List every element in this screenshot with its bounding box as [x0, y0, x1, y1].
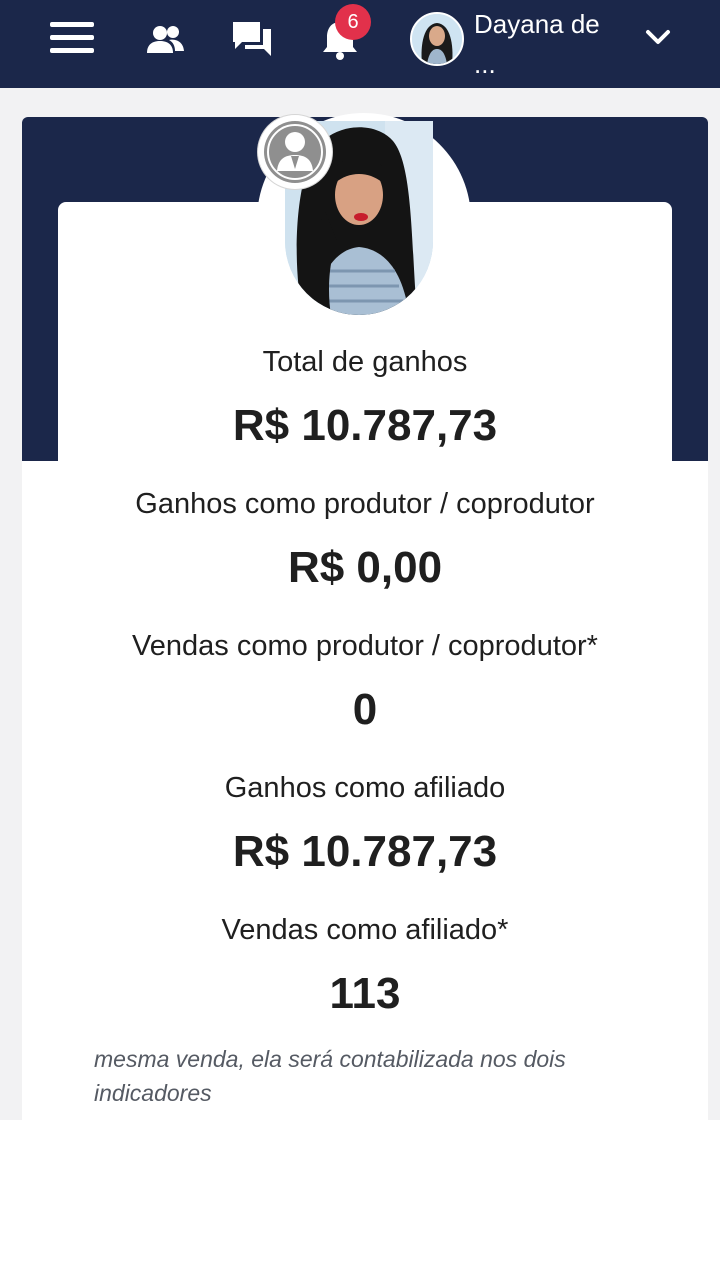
total-earnings-label: Total de ganhos [262, 346, 468, 378]
producer-sales-value: 0 [352, 685, 378, 734]
producer-earnings-value: R$ 0,00 [287, 543, 443, 592]
affiliate-sales-label: Vendas como afiliado* [221, 914, 509, 946]
chevron-down-icon[interactable] [645, 26, 671, 48]
affiliate-earnings-value: R$ 10.787,73 [232, 827, 498, 876]
user-role-badge [258, 115, 332, 189]
chat-icon[interactable] [232, 20, 272, 58]
user-role-icon [264, 121, 326, 183]
hamburger-menu-icon[interactable] [50, 22, 94, 54]
user-name[interactable]: Dayana de ... [474, 4, 624, 84]
top-navigation-bar: 6 Dayana de ... [0, 0, 720, 88]
affiliate-earnings-label: Ganhos como afiliado [224, 772, 506, 804]
sales-footnote: mesma venda, ela será contabilizada nos … [94, 1046, 566, 1106]
producer-sales-label: Vendas como produtor / coprodutor* [132, 630, 598, 662]
notification-badge[interactable]: 6 [335, 4, 371, 40]
users-icon[interactable] [145, 24, 185, 54]
total-earnings-value: R$ 10.787,73 [232, 401, 498, 450]
user-avatar[interactable] [410, 12, 464, 66]
affiliate-sales-value: 113 [329, 969, 401, 1018]
producer-earnings-label: Ganhos como produtor / coprodutor [135, 488, 595, 520]
avatar-photo [412, 14, 462, 64]
